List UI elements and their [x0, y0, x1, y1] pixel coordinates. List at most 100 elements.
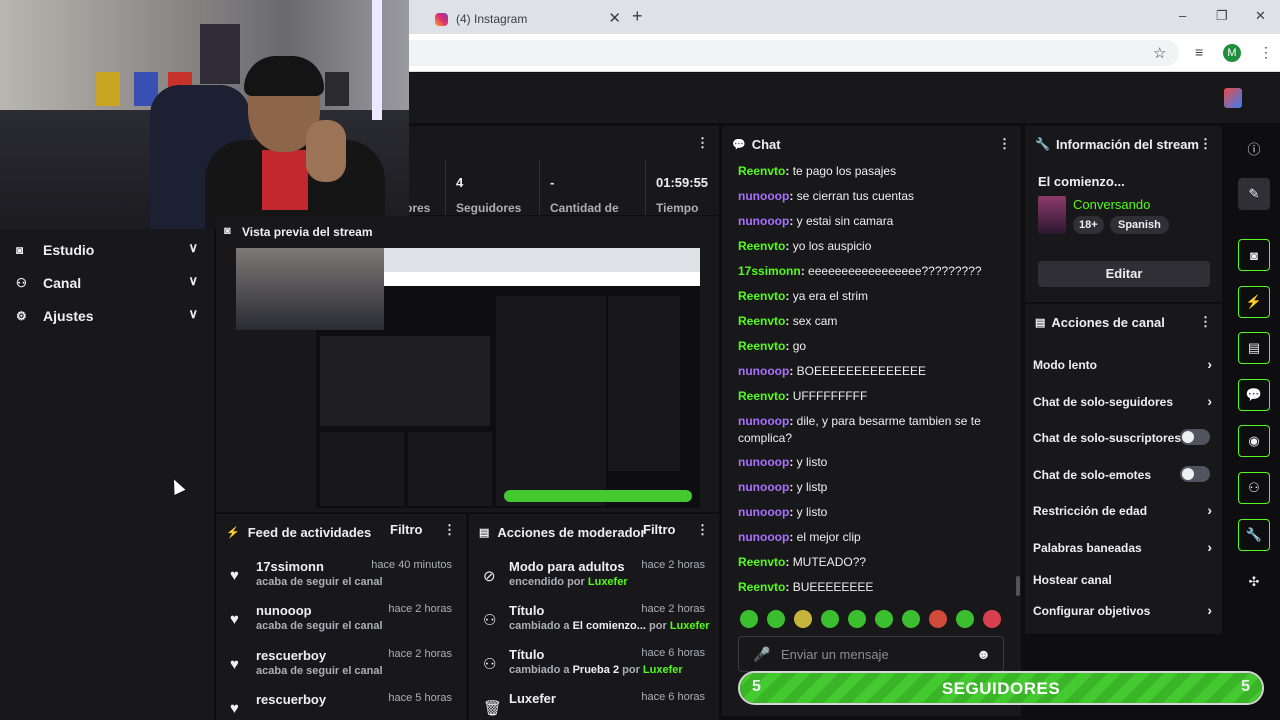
- kebab-menu-icon[interactable]: ⋮: [1199, 314, 1212, 330]
- emote-icon[interactable]: [740, 610, 758, 628]
- chat-username[interactable]: Reenvto: [738, 339, 785, 353]
- broadcast-icon[interactable]: ◉: [1238, 425, 1270, 457]
- browser-tab[interactable]: (4) Instagram ✕: [421, 4, 627, 34]
- sidebar-item-canal[interactable]: ⚇ Canal ∨: [16, 273, 202, 293]
- kebab-menu-icon[interactable]: ⋮: [696, 522, 709, 538]
- stream-preview-video[interactable]: [236, 248, 700, 508]
- chat-username[interactable]: Reenvto: [738, 239, 785, 253]
- close-window-button[interactable]: ✕: [1255, 8, 1266, 24]
- toggle-switch[interactable]: [1180, 466, 1210, 482]
- chat-username[interactable]: nunooop: [738, 530, 789, 544]
- kebab-menu-icon[interactable]: ⋮: [696, 135, 709, 151]
- list-item: ♥ 17ssimonn acaba de seguir el canal hac…: [216, 559, 466, 603]
- stream-category[interactable]: Conversando: [1073, 197, 1150, 212]
- chat-message: Reenvto: te pago los pasajes: [738, 164, 897, 178]
- chat-icon[interactable]: 💬: [1238, 379, 1270, 411]
- emote-icon[interactable]: [794, 610, 812, 628]
- wrench-icon[interactable]: 🔧: [1238, 519, 1270, 551]
- chat-message: nunooop: y listp: [738, 480, 828, 494]
- media-control-icon[interactable]: ≡: [1195, 44, 1203, 60]
- chat-username[interactable]: nunooop: [738, 189, 789, 203]
- info-icon[interactable]: ⓘ: [1238, 132, 1270, 164]
- chat-username[interactable]: nunooop: [738, 414, 789, 428]
- channel-action-item[interactable]: Chat de solo-suscriptores: [1033, 429, 1218, 445]
- wrench-icon: 🔧: [1035, 137, 1050, 151]
- gear-icon: ⚙: [16, 309, 27, 323]
- users-icon[interactable]: ⚇: [1238, 472, 1270, 504]
- chat-username[interactable]: nunooop: [738, 364, 789, 378]
- user-edit-icon: ⚇: [483, 656, 497, 673]
- chat-text: sex cam: [792, 314, 838, 328]
- chat-username[interactable]: 17ssimonn: [738, 264, 801, 278]
- panel-title: Acciones de moderador: [497, 524, 646, 540]
- chevron-right-icon: ›: [1207, 502, 1212, 518]
- profile-avatar[interactable]: M: [1223, 44, 1241, 62]
- channel-action-item[interactable]: Palabras baneadas ›: [1033, 539, 1218, 555]
- stream-info-panel: 🔧 Información del stream ⋮ El comienzo..…: [1025, 126, 1222, 302]
- restore-button[interactable]: ❐: [1216, 8, 1228, 24]
- chat-username[interactable]: Reenvto: [738, 314, 785, 328]
- kebab-menu-icon[interactable]: ⋮: [443, 522, 456, 538]
- channel-action-item[interactable]: Chat de solo-emotes: [1033, 466, 1218, 482]
- apps-icon[interactable]: ✣: [1238, 566, 1270, 598]
- emote-icon[interactable]: [902, 610, 920, 628]
- minimize-button[interactable]: –: [1179, 8, 1186, 23]
- emote-icon[interactable]: [875, 610, 893, 628]
- camera-icon[interactable]: ◙: [1238, 239, 1270, 271]
- sidebar-item-label: Estudio: [43, 242, 95, 258]
- toggle-switch[interactable]: [1180, 429, 1210, 445]
- camera-icon: ◙: [224, 225, 231, 237]
- emote-icon[interactable]: [929, 610, 947, 628]
- microphone-icon[interactable]: 🎤: [753, 646, 770, 663]
- bolt-icon[interactable]: ⚡: [1238, 286, 1270, 318]
- chat-scrollbar[interactable]: [1016, 576, 1020, 596]
- browser-menu-icon[interactable]: ⋮: [1259, 44, 1273, 61]
- chat-username[interactable]: nunooop: [738, 214, 789, 228]
- pencil-icon[interactable]: ✎: [1238, 178, 1270, 210]
- action-name: Título: [509, 603, 545, 618]
- sidebar-item-ajustes[interactable]: ⚙ Ajustes ∨: [16, 306, 202, 326]
- emote-icon[interactable]: [821, 610, 839, 628]
- filter-button[interactable]: Filtro: [390, 522, 423, 537]
- new-tab-button[interactable]: +: [632, 6, 643, 27]
- tab-close-icon[interactable]: ✕: [608, 9, 621, 27]
- omnibox[interactable]: [409, 40, 1179, 66]
- chat-username[interactable]: nunooop: [738, 455, 789, 469]
- channel-action-item[interactable]: Hostear canal: [1033, 573, 1218, 587]
- action-time: hace 2 horas: [641, 603, 705, 615]
- bookmark-star-icon[interactable]: ☆: [1153, 44, 1166, 62]
- chat-username[interactable]: nunooop: [738, 480, 789, 494]
- chat-input-placeholder: Enviar un mensaje: [781, 647, 889, 662]
- channel-action-item[interactable]: Restricción de edad ›: [1033, 502, 1218, 518]
- chevron-down-icon: ∨: [188, 240, 198, 255]
- chat-message: Reenvto: ya era el strim: [738, 289, 869, 303]
- document-icon[interactable]: ▤: [1238, 332, 1270, 364]
- channel-action-item[interactable]: Chat de solo-seguidores ›: [1033, 393, 1218, 409]
- chat-username[interactable]: Reenvto: [738, 389, 785, 403]
- emote-icon[interactable]: [767, 610, 785, 628]
- chat-username[interactable]: Reenvto: [738, 164, 785, 178]
- stat-value: 01:59:55: [656, 175, 709, 190]
- channel-action-label: Hostear canal: [1033, 573, 1112, 587]
- edit-button[interactable]: Editar: [1038, 261, 1210, 287]
- chat-username[interactable]: nunooop: [738, 505, 789, 519]
- chat-input[interactable]: 🎤 Enviar un mensaje ☻: [738, 636, 1004, 672]
- sidebar-item-estudio[interactable]: ◙ Estudio ∨: [16, 240, 202, 260]
- chat-username[interactable]: Reenvto: [738, 289, 785, 303]
- kebab-menu-icon[interactable]: ⋮: [1199, 136, 1212, 152]
- activity-text: acaba de seguir el canal: [256, 620, 383, 632]
- emote-icon[interactable]: [956, 610, 974, 628]
- filter-button[interactable]: Filtro: [643, 522, 676, 537]
- channel-action-item[interactable]: Configurar objetivos ›: [1033, 602, 1218, 618]
- emote-icon[interactable]: [983, 610, 1001, 628]
- chat-username[interactable]: Reenvto: [738, 555, 785, 569]
- kebab-menu-icon[interactable]: ⋮: [998, 136, 1011, 152]
- chevron-right-icon: ›: [1207, 602, 1212, 618]
- chat-username[interactable]: Reenvto: [738, 580, 785, 594]
- user-avatar[interactable]: [1224, 88, 1242, 108]
- emote-icon[interactable]: [848, 610, 866, 628]
- action-time: hace 2 horas: [641, 559, 705, 571]
- stat-label: Tiempo: [656, 201, 699, 215]
- emoji-icon[interactable]: ☻: [976, 646, 991, 662]
- channel-action-item[interactable]: Modo lento ›: [1033, 356, 1218, 372]
